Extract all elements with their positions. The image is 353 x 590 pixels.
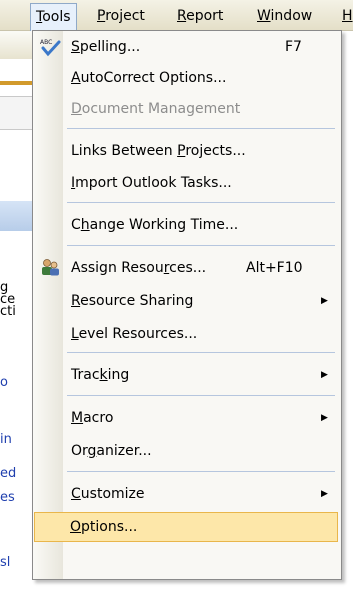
menu-item-import-outlook-tasks[interactable]: Import Outlook Tasks... — [35, 169, 337, 197]
link-fragment: sl — [0, 555, 11, 570]
menu-item-resource-sharing[interactable]: Resource Sharing ▶ — [35, 287, 337, 315]
menu-item-links-between-projects[interactable]: Links Between Projects... — [35, 137, 337, 165]
submenu-arrow-icon: ▶ — [321, 296, 328, 306]
link-fragment: ed — [0, 466, 17, 481]
tools-menu: ABC Spelling... F7 AutoCorrect Options..… — [32, 30, 342, 580]
link-fragment: o — [0, 375, 8, 390]
link-fragment: es — [0, 490, 15, 505]
assign-resources-icon — [39, 258, 61, 278]
menu-window[interactable]: Window — [252, 6, 317, 26]
menu-item-change-working-time[interactable]: Change Working Time... — [35, 211, 337, 239]
menu-separator — [67, 395, 335, 396]
menu-separator — [67, 202, 335, 203]
menu-separator — [67, 128, 335, 129]
menu-item-assign-resources[interactable]: Assign Resources... Alt+F10 — [35, 254, 337, 282]
menu-item-organizer[interactable]: Organizer... — [35, 437, 337, 465]
shortcut-label: F7 — [285, 39, 302, 55]
submenu-arrow-icon: ▶ — [321, 413, 328, 423]
menu-item-document-management: Document Management — [71, 101, 241, 117]
menu-separator — [67, 352, 335, 353]
menu-tools[interactable]: Tools — [30, 3, 77, 31]
menu-item-autocorrect-options[interactable]: AutoCorrect Options... — [35, 64, 337, 92]
menu-item-macro[interactable]: Macro ▶ — [35, 404, 337, 432]
menu-help[interactable]: H — [337, 6, 353, 26]
menu-separator — [67, 245, 335, 246]
background-window-right — [341, 31, 353, 590]
menu-item-level-resources[interactable]: Level Resources... — [35, 320, 337, 348]
spelling-abc-icon: ABC — [39, 37, 61, 57]
text-fragment: cti — [0, 304, 16, 319]
menu-item-tracking[interactable]: Tracking ▶ — [35, 361, 337, 389]
menu-item-options[interactable]: Options... — [34, 512, 338, 542]
submenu-arrow-icon: ▶ — [321, 489, 328, 499]
menu-item-customize[interactable]: Customize ▶ — [35, 480, 337, 508]
svg-text:ABC: ABC — [40, 39, 52, 46]
menu-report[interactable]: Report — [172, 6, 228, 26]
link-fragment: in — [0, 432, 12, 447]
menu-project[interactable]: Project — [92, 6, 150, 26]
menu-bar: Tools Project Report Window H — [0, 0, 353, 31]
menu-separator — [67, 471, 335, 472]
menu-item-spelling[interactable]: ABC Spelling... F7 — [35, 33, 337, 61]
shortcut-label: Alt+F10 — [246, 260, 303, 276]
submenu-arrow-icon: ▶ — [321, 370, 328, 380]
